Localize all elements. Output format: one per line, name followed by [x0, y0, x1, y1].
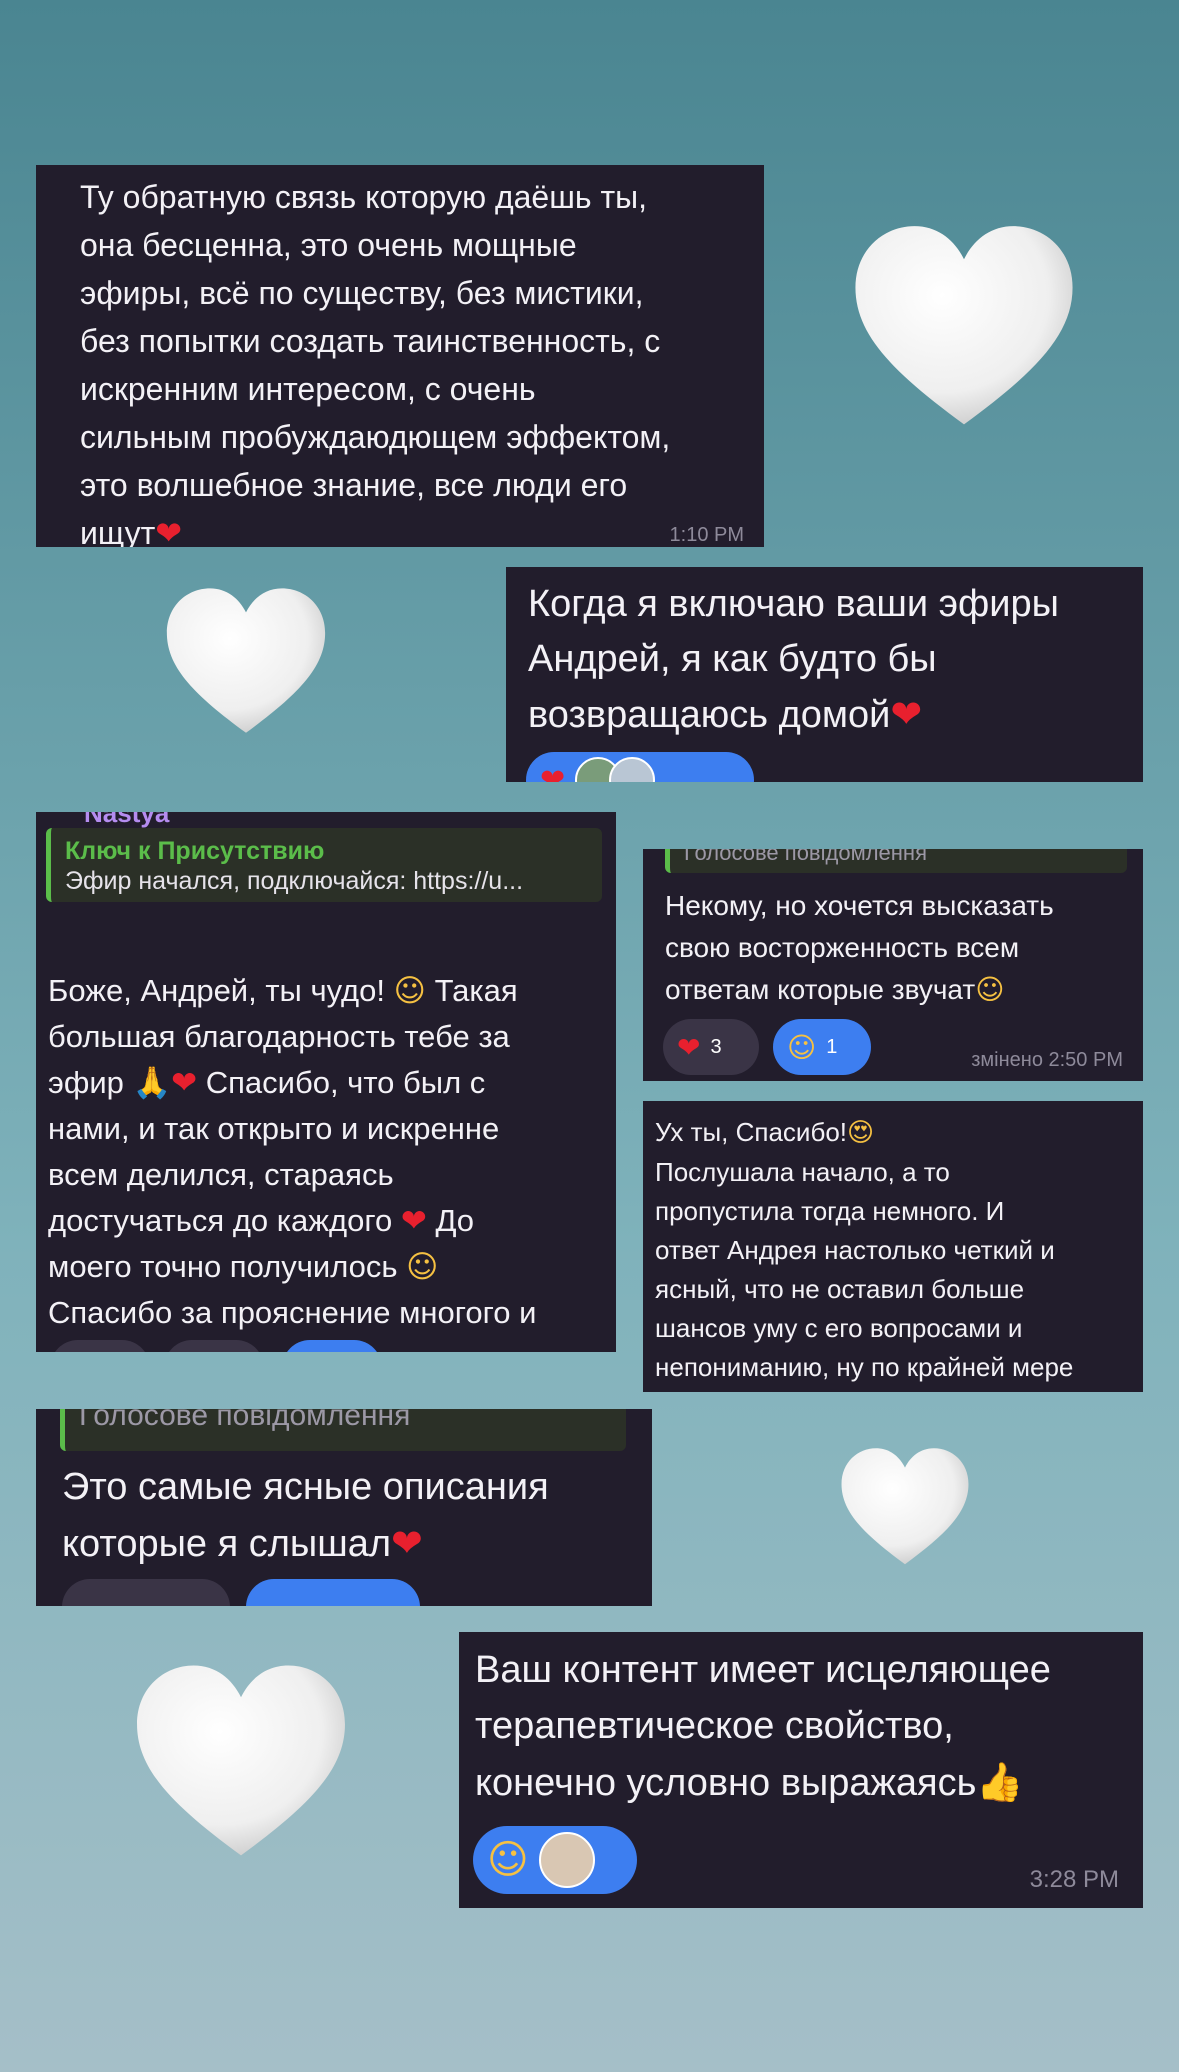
white-heart-icon-1: [855, 226, 1073, 425]
message-text: Некому, но хочется высказать свою востор…: [665, 890, 1054, 1006]
white-heart-icon-2: [166, 588, 326, 733]
message-text: Ту обратную связь которую даёшь ты, она …: [80, 173, 670, 547]
avatar: [538, 1832, 595, 1888]
grinning-face-icon: ☺: [406, 1249, 439, 1285]
reaction-partial[interactable]: [62, 1579, 230, 1606]
message-bubble-7: Ваш контент имеет исцеляющее терапевтиче…: [459, 1632, 1143, 1908]
reply-quote[interactable]: Голосове повідомлення: [60, 1409, 626, 1451]
message-bubble-2: Когда я включаю ваши эфиры Андрей, я как…: [506, 567, 1143, 782]
thumbs-up-icon: 👍: [976, 1760, 1024, 1804]
hugging-face-icon: ☺: [487, 1837, 529, 1883]
message-time: змінено 2:50 PM: [971, 1049, 1123, 1071]
reaction-count: 3: [710, 1035, 722, 1058]
red-heart-icon: ❤: [155, 514, 183, 547]
message-bubble-3: Nastya Ключ к Присутствию Эфир начался, …: [36, 812, 616, 1352]
author-name: Nastya: [84, 812, 170, 828]
red-heart-icon: ❤: [400, 1203, 427, 1239]
message-bubble-5: Ух ты, Спасибо!😍 Послушала начало, а то …: [643, 1101, 1143, 1392]
red-heart-icon: ❤: [890, 692, 923, 736]
hugging-face-icon: ☺: [787, 1030, 817, 1064]
reply-title: Ключ к Присутствию: [65, 837, 325, 865]
reaction-hugging[interactable]: ☺: [473, 1826, 637, 1894]
reaction-heart[interactable]: ❤ 3: [663, 1019, 759, 1075]
message-bubble-4: Голосове повідомлення Некому, но хочется…: [643, 849, 1143, 1081]
red-heart-icon: ❤: [391, 1521, 423, 1565]
smiling-face-hearts-icon: ☺: [975, 973, 1005, 1006]
reaction-hugging[interactable]: ☺ 1: [773, 1019, 871, 1075]
message-text: Когда я включаю ваши эфиры Андрей, я как…: [528, 583, 1059, 736]
message-text: Ваш контент имеет исцеляющее терапевтиче…: [475, 1649, 1051, 1804]
message-bubble-1: Ту обратную связь которую даёшь ты, она …: [36, 165, 764, 547]
heart-eyes-icon: 😍: [847, 1118, 875, 1148]
message-text: Ух ты, Спасибо!😍 Послушала начало, а то …: [655, 1117, 1074, 1382]
reply-quote[interactable]: Ключ к Присутствию Эфир начался, подключ…: [46, 828, 602, 902]
white-heart-icon-4: [137, 1665, 345, 1856]
reaction-count: 1: [826, 1035, 838, 1058]
heart-icon: ❤: [540, 762, 566, 783]
avatar: [609, 757, 656, 782]
smiling-face-hearts-icon: ☺: [393, 973, 426, 1009]
reply-quote[interactable]: Голосове повідомлення: [665, 849, 1127, 873]
message-text: Это самые ясные описания которые я слыша…: [62, 1466, 549, 1565]
reaction-partial[interactable]: [246, 1579, 420, 1606]
reaction-heart[interactable]: ❤: [526, 752, 754, 782]
message-bubble-6: Голосове повідомлення Это самые ясные оп…: [36, 1409, 652, 1606]
white-heart-icon-3: [841, 1448, 969, 1565]
folded-hands-heart-icon: 🙏❤: [132, 1065, 198, 1101]
heart-icon: ❤: [677, 1030, 701, 1064]
message-text: Боже, Андрей, ты чудо! ☺ Такая большая б…: [48, 922, 608, 1352]
reply-title: Голосове повідомлення: [79, 1409, 411, 1432]
message-time: 1:10 PM: [669, 524, 744, 546]
reply-text: Эфир начался, подключайся: https://u...: [65, 867, 524, 895]
reply-title: Голосове повідомлення: [684, 849, 927, 865]
message-time: 3:28 PM: [1029, 1866, 1119, 1893]
